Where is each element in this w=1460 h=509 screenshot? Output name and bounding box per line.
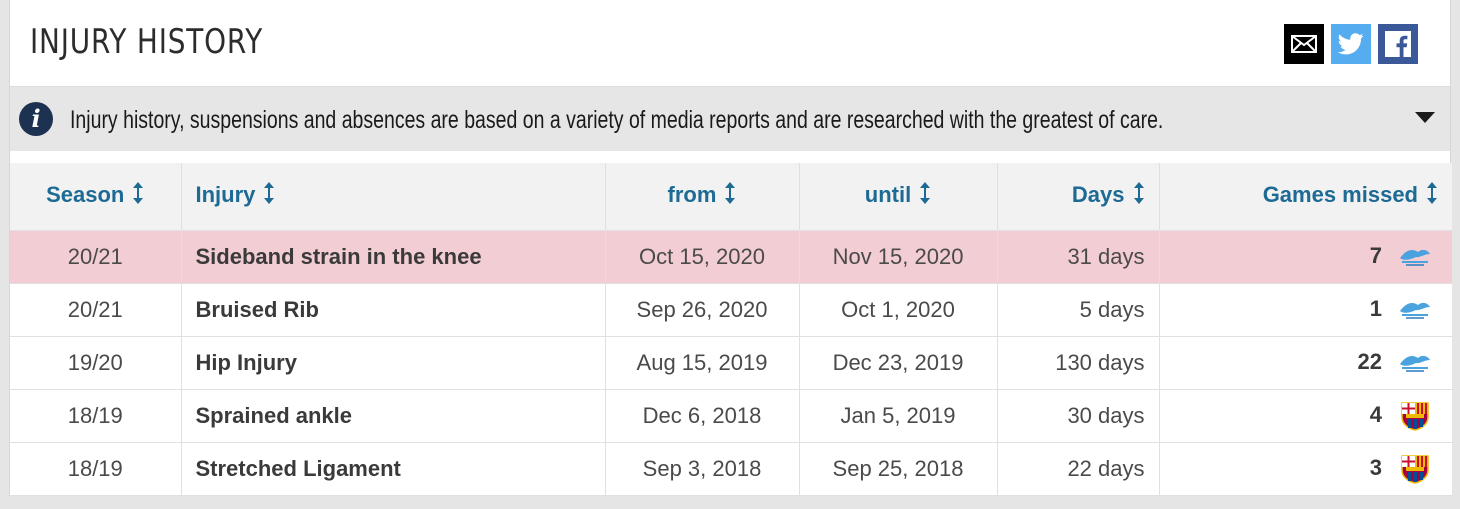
from-cell: Dec 6, 2018 [605,389,800,443]
injury-history-box: Injury history [9,0,1452,496]
from-cell: Aug 15, 2019 [605,336,800,390]
club-logo-blue-icon[interactable] [1398,348,1432,378]
season-cell: 18/19 [10,389,182,443]
table-row: 20/21 Bruised Rib Sep 26, 2020 Oct 1, 20… [10,283,1452,337]
column-header-injury[interactable]: Injury [181,163,606,231]
column-header-games-missed[interactable]: Games missed [1159,163,1452,231]
until-cell: Dec 23, 2019 [799,336,998,390]
games-missed-cell: 1 [1159,283,1452,337]
injury-cell: Hip Injury [181,336,606,390]
info-text: Injury history, suspensions and absences… [70,106,1162,134]
club-crest-barcelona-icon[interactable] [1398,454,1432,484]
table-row: 20/21 Sideband strain in the knee Oct 15… [10,230,1452,284]
games-missed-value: 1 [1369,295,1382,321]
season-cell: 19/20 [10,336,182,390]
table-header-row: Season Injury from until Days Games miss… [10,163,1452,231]
days-cell: 22 days [997,442,1160,496]
from-cell: Sep 26, 2020 [605,283,800,337]
sort-icon [919,181,931,211]
days-cell: 5 days [997,283,1160,337]
from-cell: Oct 15, 2020 [605,230,800,284]
share-twitter-button[interactable] [1331,24,1371,64]
caret-down-icon [1415,112,1435,124]
injury-cell: Sideband strain in the knee [181,230,606,284]
table-row: 18/19 Stretched Ligament Sep 3, 2018 Sep… [10,442,1452,496]
injury-cell: Stretched Ligament [181,442,606,496]
games-missed-value: 3 [1369,454,1382,480]
games-missed-cell: 4 [1159,389,1452,443]
season-cell: 20/21 [10,230,182,284]
sort-icon [132,181,144,211]
games-missed-cell: 22 [1159,336,1452,390]
facebook-icon [1383,29,1413,59]
sort-icon [724,181,736,211]
games-missed-cell: 7 [1159,230,1452,284]
injury-cell: Bruised Rib [181,283,606,337]
table-row: 18/19 Sprained ankle Dec 6, 2018 Jan 5, … [10,389,1452,443]
table-row: 19/20 Hip Injury Aug 15, 2019 Dec 23, 20… [10,336,1452,390]
share-email-button[interactable] [1284,24,1324,64]
from-cell: Sep 3, 2018 [605,442,800,496]
games-missed-value: 4 [1369,401,1382,427]
twitter-icon [1338,33,1364,55]
club-crest-barcelona-icon[interactable] [1398,401,1432,431]
column-header-until[interactable]: until [799,163,998,231]
until-cell: Sep 25, 2018 [799,442,998,496]
games-missed-cell: 3 [1159,442,1452,496]
column-header-days[interactable]: Days [997,163,1160,231]
info-bar: i Injury history, suspensions and absenc… [10,87,1450,151]
games-missed-value: 7 [1369,242,1382,268]
sort-icon [1133,181,1145,211]
box-header: Injury history [10,0,1450,87]
games-missed-value: 22 [1357,348,1382,374]
share-facebook-button[interactable] [1378,24,1418,64]
column-header-from[interactable]: from [605,163,800,231]
until-cell: Jan 5, 2019 [799,389,998,443]
until-cell: Oct 1, 2020 [799,283,998,337]
sort-icon [263,181,275,211]
expand-info-button[interactable] [1412,107,1438,129]
days-cell: 31 days [997,230,1160,284]
info-icon: i [19,102,53,136]
days-cell: 30 days [997,389,1160,443]
club-logo-blue-icon[interactable] [1398,295,1432,325]
email-icon [1291,35,1317,53]
days-cell: 130 days [997,336,1160,390]
club-logo-blue-icon[interactable] [1398,242,1432,272]
until-cell: Nov 15, 2020 [799,230,998,284]
page-title: Injury history [30,22,264,62]
season-cell: 18/19 [10,442,182,496]
sort-icon [1426,181,1438,211]
column-header-season[interactable]: Season [10,163,182,231]
injury-table: Season Injury from until Days Games miss… [10,163,1452,496]
injury-cell: Sprained ankle [181,389,606,443]
season-cell: 20/21 [10,283,182,337]
